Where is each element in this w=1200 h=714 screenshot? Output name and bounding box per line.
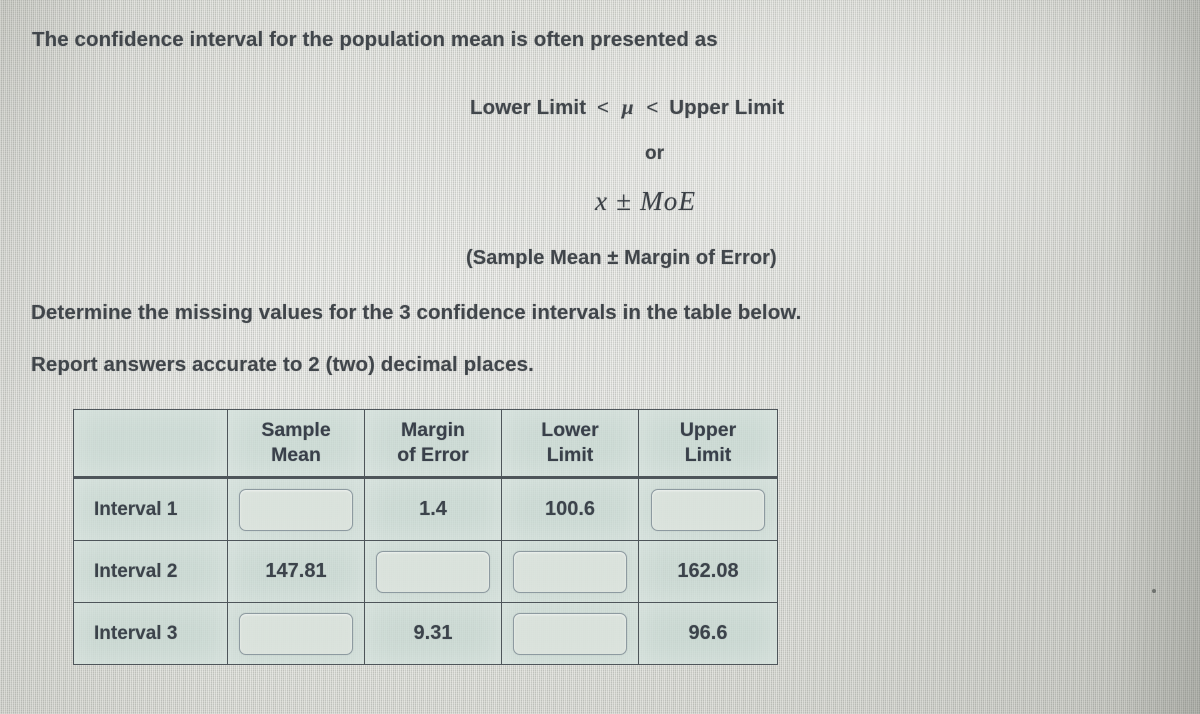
row-label-interval-2: Interval 2 [73, 540, 228, 603]
cell-interval-2-upper-limit: 162.08 [638, 540, 778, 603]
cell-interval-2-lower-limit [501, 540, 639, 603]
column-header-sample-mean: Sample Mean [227, 409, 365, 479]
answer-input-interval-3-sample-mean[interactable] [239, 612, 353, 655]
header-line-2: Limit [546, 444, 594, 466]
table-row: Interval 2 147.81 162.08 [73, 540, 778, 603]
answer-input-interval-3-lower-limit[interactable] [513, 612, 627, 655]
header-line-2: of Error [397, 444, 469, 466]
cell-interval-2-sample-mean: 147.81 [227, 540, 365, 603]
table-row: Interval 3 9.31 96.6 [73, 602, 778, 665]
answer-input-interval-2-lower-limit[interactable] [513, 550, 627, 593]
row-label-interval-1: Interval 1 [73, 477, 228, 541]
dust-speck [1152, 589, 1156, 593]
confidence-interval-formula: x ± MoE [595, 186, 697, 216]
confidence-interval-table: Sample Mean Margin of Error Lower Limit … [73, 409, 778, 665]
table-row: Interval 1 1.4 100.6 [73, 477, 778, 541]
confidence-interval-inequality: Lower Limit < μ < Upper Limit [470, 95, 784, 120]
answer-input-interval-1-upper-limit[interactable] [651, 488, 765, 531]
cell-interval-2-margin-of-error [364, 540, 502, 603]
lower-limit-label: Lower Limit [470, 96, 587, 119]
or-connector: or [645, 143, 665, 164]
column-header-margin-of-error: Margin of Error [364, 409, 502, 479]
answer-input-interval-2-margin-of-error[interactable] [376, 550, 490, 593]
cell-interval-1-lower-limit: 100.6 [501, 477, 639, 541]
instruction-determine: Determine the missing values for the 3 c… [31, 301, 802, 324]
cell-interval-3-lower-limit [501, 602, 639, 665]
table-corner-cell [73, 409, 228, 479]
table-body: Interval 1 1.4 100.6 Interval 2 147.81 1… [73, 477, 778, 665]
cell-interval-3-sample-mean [227, 602, 365, 665]
upper-limit-label: Upper Limit [669, 96, 785, 119]
cell-interval-1-upper-limit [638, 477, 778, 541]
header-line-1: Lower [541, 419, 599, 442]
cell-interval-3-upper-limit: 96.6 [638, 602, 778, 665]
cell-interval-1-sample-mean [227, 477, 365, 541]
header-line-1: Margin [401, 419, 465, 442]
less-than-operator-right: < [646, 96, 659, 119]
column-header-upper-limit: Upper Limit [638, 409, 778, 479]
header-line-1: Upper [679, 419, 737, 442]
header-line-2: Limit [684, 444, 732, 466]
formula-expansion-text: (Sample Mean ± Margin of Error) [466, 247, 777, 269]
header-line-1: Sample [261, 419, 331, 442]
table-header-row: Sample Mean Margin of Error Lower Limit … [73, 409, 778, 479]
question-prompt: The confidence interval for the populati… [32, 28, 718, 51]
instruction-report-precision: Report answers accurate to 2 (two) decim… [31, 353, 534, 376]
row-label-interval-3: Interval 3 [73, 602, 228, 665]
column-header-lower-limit: Lower Limit [501, 409, 639, 479]
answer-input-interval-1-sample-mean[interactable] [239, 488, 353, 531]
less-than-operator-left: < [596, 96, 610, 119]
mu-symbol: μ [621, 95, 634, 119]
cell-interval-1-margin-of-error: 1.4 [364, 477, 502, 541]
cell-interval-3-margin-of-error: 9.31 [364, 602, 502, 665]
header-line-2: Mean [271, 444, 321, 466]
question-content: The confidence interval for the populati… [0, 0, 1200, 714]
